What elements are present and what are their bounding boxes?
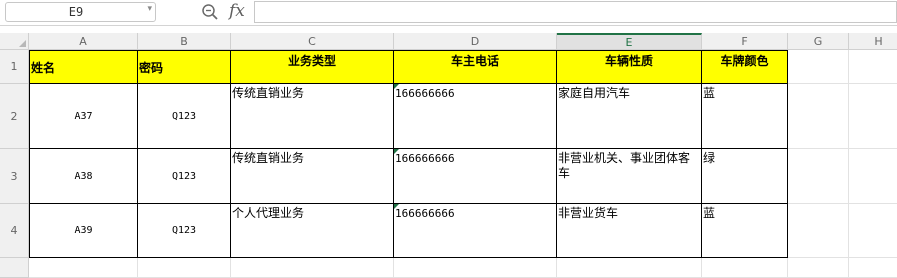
number-as-text-indicator bbox=[394, 149, 399, 154]
insert-function-icon[interactable]: fx bbox=[229, 1, 245, 21]
magnifier-icon[interactable] bbox=[201, 3, 219, 21]
cell-g5[interactable] bbox=[788, 258, 849, 278]
cell-b5[interactable] bbox=[138, 258, 231, 278]
select-all-button[interactable] bbox=[0, 33, 29, 50]
row-header-1[interactable]: 1 bbox=[0, 50, 29, 84]
name-box[interactable]: E9 ▾ bbox=[5, 2, 156, 22]
cell-c3[interactable]: 传统直销业务 bbox=[231, 149, 394, 204]
column-header-a[interactable]: A bbox=[29, 33, 138, 50]
cell-a2[interactable]: A37 bbox=[29, 84, 138, 149]
cell-f1[interactable]: 车牌颜色 bbox=[702, 50, 788, 84]
cell-e4[interactable]: 非营业货车 bbox=[557, 204, 702, 258]
number-as-text-indicator bbox=[394, 204, 399, 209]
cell-reference: E9 bbox=[68, 5, 84, 19]
row-header-2[interactable]: 2 bbox=[0, 84, 29, 149]
cell-d4[interactable]: 166666666 bbox=[394, 204, 557, 258]
cell-f3[interactable]: 绿 bbox=[702, 149, 788, 204]
cell-h2[interactable] bbox=[849, 84, 897, 149]
cell-e5[interactable] bbox=[557, 258, 702, 278]
cell-g3[interactable] bbox=[788, 149, 849, 204]
cell-d1[interactable]: 车主电话 bbox=[394, 50, 557, 84]
cell-c5[interactable] bbox=[231, 258, 394, 278]
cell-a4[interactable]: A39 bbox=[29, 204, 138, 258]
cell-c1[interactable]: 业务类型 bbox=[231, 50, 394, 84]
column-header-c[interactable]: C bbox=[231, 33, 394, 50]
cell-b4[interactable]: Q123 bbox=[138, 204, 231, 258]
cell-d2[interactable]: 166666666 bbox=[394, 84, 557, 149]
cell-h3[interactable] bbox=[849, 149, 897, 204]
cell-f4[interactable]: 蓝 bbox=[702, 204, 788, 258]
formula-input[interactable] bbox=[254, 1, 897, 23]
cell-c2[interactable]: 传统直销业务 bbox=[231, 84, 394, 149]
cell-f2[interactable]: 蓝 bbox=[702, 84, 788, 149]
cell-b1[interactable]: 密码 bbox=[138, 50, 231, 84]
column-header-f[interactable]: F bbox=[702, 33, 788, 50]
cell-g4[interactable] bbox=[788, 204, 849, 258]
cell-e2[interactable]: 家庭自用汽车 bbox=[557, 84, 702, 149]
cell-e3[interactable]: 非营业机关、事业团体客车 bbox=[557, 149, 702, 204]
column-header-g[interactable]: G bbox=[788, 33, 849, 50]
column-header-b[interactable]: B bbox=[138, 33, 231, 50]
column-header-e[interactable]: E bbox=[557, 33, 702, 50]
formula-bar: E9 ▾ fx bbox=[0, 0, 897, 26]
column-header-h[interactable]: H bbox=[849, 33, 897, 50]
cell-d4-text: 166666666 bbox=[395, 207, 455, 220]
cell-d5[interactable] bbox=[394, 258, 557, 278]
cell-d3[interactable]: 166666666 bbox=[394, 149, 557, 204]
cell-h4[interactable] bbox=[849, 204, 897, 258]
column-header-d[interactable]: D bbox=[394, 33, 557, 50]
cell-d2-text: 166666666 bbox=[395, 87, 455, 100]
cell-a3[interactable]: A38 bbox=[29, 149, 138, 204]
cell-f5[interactable] bbox=[702, 258, 788, 278]
row-header-5[interactable] bbox=[0, 258, 29, 278]
cell-h5[interactable] bbox=[849, 258, 897, 278]
cell-a5[interactable] bbox=[29, 258, 138, 278]
cell-d3-text: 166666666 bbox=[395, 152, 455, 165]
row-header-3[interactable]: 3 bbox=[0, 149, 29, 204]
cell-h1[interactable] bbox=[849, 50, 897, 84]
cell-g1[interactable] bbox=[788, 50, 849, 84]
cell-g2[interactable] bbox=[788, 84, 849, 149]
cell-c4[interactable]: 个人代理业务 bbox=[231, 204, 394, 258]
cell-b3[interactable]: Q123 bbox=[138, 149, 231, 204]
row-header-4[interactable]: 4 bbox=[0, 204, 29, 258]
cell-e1[interactable]: 车辆性质 bbox=[557, 50, 702, 84]
cell-a1[interactable]: 姓名 bbox=[29, 50, 138, 84]
number-as-text-indicator bbox=[394, 84, 399, 89]
cell-b2[interactable]: Q123 bbox=[138, 84, 231, 149]
chevron-down-icon[interactable]: ▾ bbox=[147, 4, 152, 14]
